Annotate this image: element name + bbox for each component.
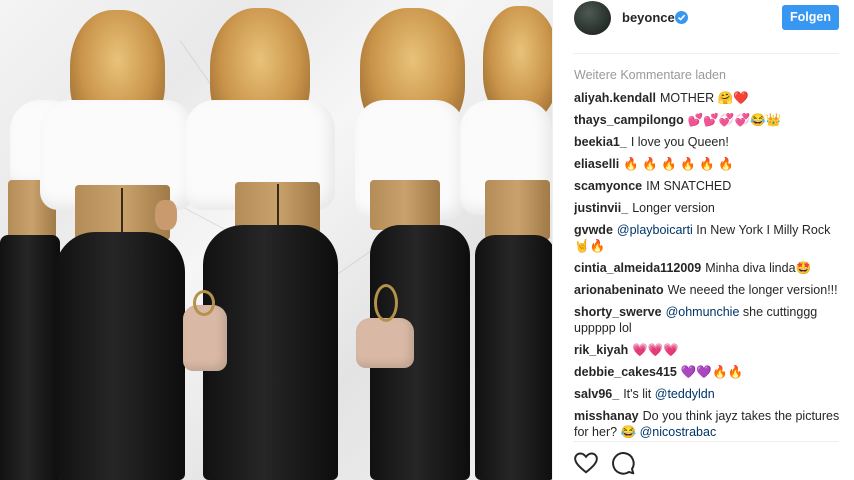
comment-item: debbie_cakes415 💜💜🔥🔥 [574, 364, 844, 380]
comment-mention-link[interactable]: @teddyldn [655, 387, 715, 401]
follow-button[interactable]: Folgen [782, 5, 839, 30]
comment-item: scamyonce IM SNATCHED [574, 178, 844, 194]
comment-item: misshanay Do you think jayz takes the pic… [574, 408, 844, 440]
comment-item: thays_campilongo 💕💕💞💞😂👑 [574, 112, 844, 128]
comment-item: arionabeninato We neeed the longer versio… [574, 282, 844, 298]
comment-mention-link[interactable]: @playboicarti [617, 223, 693, 237]
comment-item: cintia_almeida112009 Minha diva linda🤩 [574, 260, 844, 276]
comment-username[interactable]: thays_campilongo [574, 113, 684, 127]
post-header: beyonce Folgen [553, 0, 854, 54]
comment-mention-link[interactable]: @ohmunchie [666, 305, 740, 319]
model-figure [183, 0, 355, 480]
divider [573, 53, 839, 54]
divider [573, 441, 839, 442]
comment-item: eliaselli 🔥 🔥 🔥 🔥 🔥 🔥 [574, 156, 844, 172]
comment-item: aliyah.kendall MOTHER 🤗❤️ [574, 90, 844, 106]
comment-item: gvwde @playboicarti In New York I Milly R… [574, 222, 844, 254]
comment-text: 🔥 🔥 🔥 🔥 🔥 🔥 [623, 157, 734, 171]
post-username[interactable]: beyonce [622, 10, 675, 25]
comment-username[interactable]: shorty_swerve [574, 305, 662, 319]
comment-text: We neeed the longer version!!! [667, 283, 838, 297]
comment-username[interactable]: debbie_cakes415 [574, 365, 677, 379]
comment-username[interactable]: cintia_almeida112009 [574, 261, 701, 275]
comment-text: It's lit [623, 387, 655, 401]
post-photo[interactable] [0, 0, 552, 480]
model-figure [25, 0, 195, 480]
load-more-comments-link[interactable]: Weitere Kommentare laden [574, 66, 844, 84]
comment-text: 💕💕💞💞😂👑 [687, 113, 782, 127]
comment-item: shorty_swerve @ohmunchie she cuttinggg up… [574, 304, 844, 336]
comment-username[interactable]: aliyah.kendall [574, 91, 656, 105]
comment-item: justinvii_ Longer version [574, 200, 844, 216]
comment-mention-link[interactable]: @nicostrabac [640, 425, 717, 439]
avatar[interactable] [574, 1, 611, 35]
comment-username[interactable]: beekia1_ [574, 135, 627, 149]
comment-username[interactable]: scamyonce [574, 179, 642, 193]
comment-text: 💗💗💗 [632, 343, 679, 357]
comment-item: salv96_ It's lit @teddyldn [574, 386, 844, 402]
comment-username[interactable]: justinvii_ [574, 201, 628, 215]
heart-icon[interactable] [573, 450, 599, 476]
verified-badge-icon [675, 11, 688, 24]
comment-icon[interactable] [610, 450, 636, 476]
comment-username[interactable]: arionabeninato [574, 283, 664, 297]
comment-username[interactable]: eliaselli [574, 157, 619, 171]
comment-username[interactable]: rik_kiyah [574, 343, 628, 357]
model-figure [455, 0, 552, 480]
comment-username[interactable]: salv96_ [574, 387, 619, 401]
comment-text: Minha diva linda🤩 [705, 261, 812, 275]
post-sidebar: beyonce Folgen Weitere Kommentare laden … [552, 0, 854, 480]
comment-item: rik_kiyah 💗💗💗 [574, 342, 844, 358]
comment-username[interactable]: gvwde [574, 223, 613, 237]
comment-username[interactable]: misshanay [574, 409, 639, 423]
comments-list: Weitere Kommentare laden aliyah.kendall M… [574, 66, 844, 442]
comment-item: beekia1_ I love you Queen! [574, 134, 844, 150]
comment-text: MOTHER 🤗❤️ [659, 91, 749, 105]
comment-text: Longer version [632, 201, 715, 215]
comment-text: 💜💜🔥🔥 [680, 365, 744, 379]
comment-text: IM SNATCHED [646, 179, 732, 193]
comment-text: I love you Queen! [630, 135, 729, 149]
